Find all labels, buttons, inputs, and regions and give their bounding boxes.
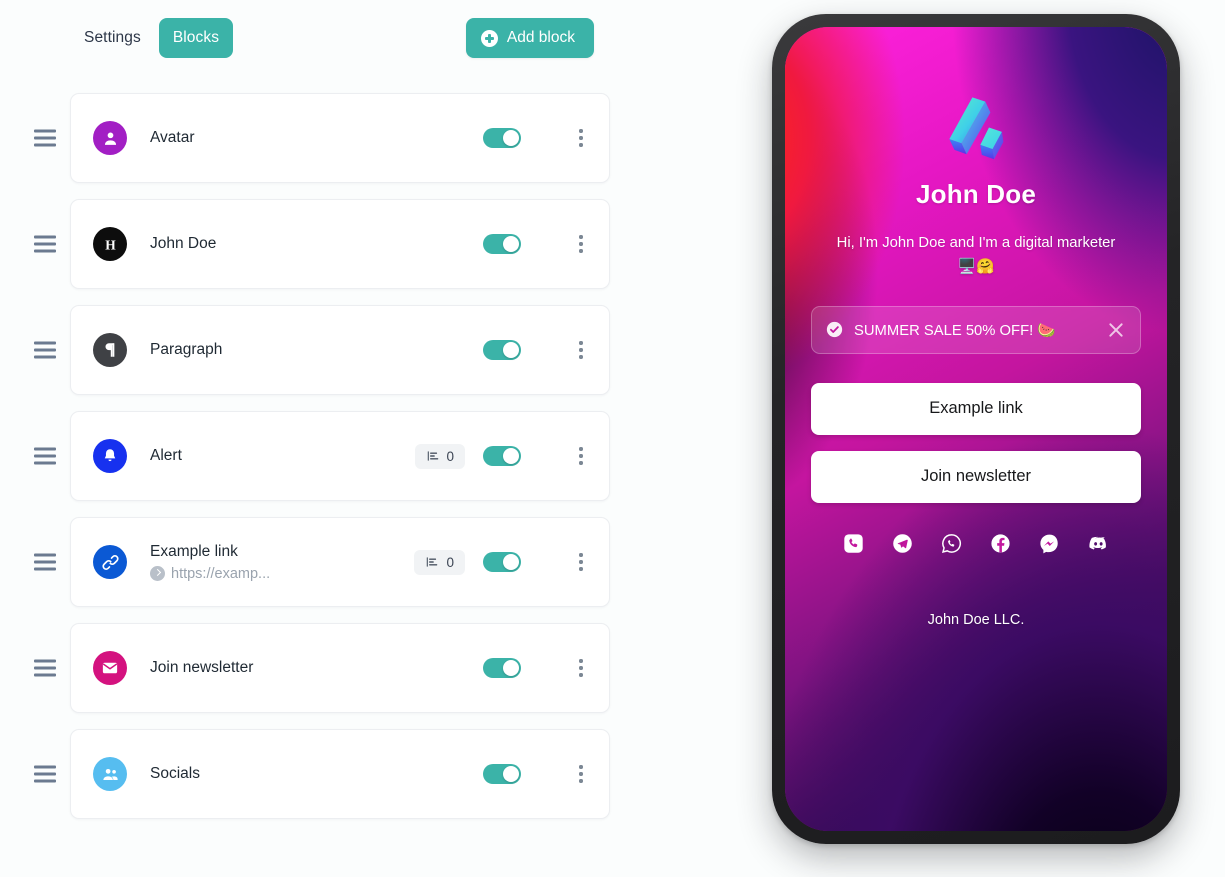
add-block-button[interactable]: Add block xyxy=(465,18,594,58)
svg-text:H: H xyxy=(105,237,116,252)
block-enabled-toggle[interactable] xyxy=(483,128,521,148)
block-texts: Example link https://examp... xyxy=(150,542,342,582)
social-links xyxy=(811,533,1141,554)
block-texts: Socials xyxy=(150,764,341,785)
stats-icon xyxy=(426,449,440,463)
block-title: Socials xyxy=(150,764,200,782)
block-title: Avatar xyxy=(150,128,195,146)
profile-bio: Hi, I'm John Doe and I'm a digital marke… xyxy=(836,235,1116,275)
more-options-icon[interactable] xyxy=(571,763,591,785)
phone-icon[interactable] xyxy=(843,533,864,554)
block-card[interactable]: Example link https://examp... 0 xyxy=(70,517,610,607)
check-circle-icon xyxy=(826,322,843,338)
drag-handle-icon[interactable] xyxy=(34,659,56,677)
block-enabled-toggle[interactable] xyxy=(483,764,521,784)
paragraph-icon xyxy=(93,333,127,367)
links-area: Example link Join newsletter xyxy=(811,382,1141,503)
block-subtitle-text: https://examp... xyxy=(171,565,271,582)
preview-content: John Doe Hi, I'm John Doe and I'm a digi… xyxy=(785,27,1167,831)
stats-badge[interactable]: 0 xyxy=(414,549,465,575)
stats-badge[interactable]: 0 xyxy=(414,443,466,469)
block-enabled-toggle[interactable] xyxy=(483,552,521,572)
block-row: Example link https://examp... 0 xyxy=(0,509,640,615)
block-card[interactable]: Alert 0 xyxy=(70,411,610,501)
block-card[interactable]: Avatar xyxy=(70,93,610,183)
brand-logo-icon xyxy=(949,97,1004,160)
phone-frame: John Doe Hi, I'm John Doe and I'm a digi… xyxy=(772,14,1180,844)
phone-preview: John Doe Hi, I'm John Doe and I'm a digi… xyxy=(772,14,1180,844)
alert-banner: SUMMER SALE 50% OFF! 🍉 xyxy=(811,305,1141,354)
close-icon[interactable] xyxy=(1106,320,1126,340)
block-texts: Avatar xyxy=(150,128,339,149)
block-enabled-toggle[interactable] xyxy=(483,658,522,678)
block-row: Avatar xyxy=(0,85,640,191)
block-enabled-toggle[interactable] xyxy=(483,234,522,254)
block-texts: Paragraph xyxy=(150,340,353,361)
drag-handle-icon[interactable] xyxy=(34,235,56,253)
block-title: Alert xyxy=(150,446,182,464)
block-enabled-toggle[interactable] xyxy=(483,446,522,466)
editor-toolbar: Settings Blocks Add block xyxy=(70,18,610,62)
telegram-icon[interactable] xyxy=(892,533,913,554)
block-row: Join newsletter xyxy=(0,615,640,721)
block-title: Example link xyxy=(150,543,238,561)
block-card[interactable]: Socials xyxy=(70,729,610,819)
block-card[interactable]: Join newsletter xyxy=(70,623,610,713)
heading-icon: H xyxy=(93,227,127,261)
more-options-icon[interactable] xyxy=(571,339,591,361)
preview-link-example[interactable]: Example link xyxy=(811,382,1141,435)
tab-settings[interactable]: Settings xyxy=(70,18,155,58)
stats-count: 0 xyxy=(446,448,455,464)
more-options-icon[interactable] xyxy=(571,445,591,467)
add-block-label: Add block xyxy=(506,29,575,46)
preview-footer: John Doe LLC. xyxy=(927,611,1025,628)
block-row: H John Doe xyxy=(0,191,640,297)
block-row: Alert 0 xyxy=(0,403,640,509)
block-list: Avatar H John Doe Paragraph Alert 0 Example li… xyxy=(0,85,640,827)
messenger-icon[interactable] xyxy=(1039,533,1060,554)
app-root: Settings Blocks Add block Avatar H John Do… xyxy=(0,0,1225,877)
bell-icon xyxy=(93,439,127,473)
phone-screen: John Doe Hi, I'm John Doe and I'm a digi… xyxy=(785,27,1167,831)
drag-handle-icon[interactable] xyxy=(34,447,56,465)
tab-bar: Settings Blocks xyxy=(70,18,234,58)
drag-handle-icon[interactable] xyxy=(34,553,56,571)
link-icon xyxy=(93,545,127,579)
stats-count: 0 xyxy=(446,554,454,570)
more-options-icon[interactable] xyxy=(571,233,591,255)
whatsapp-icon[interactable] xyxy=(941,533,962,554)
envelope-icon xyxy=(93,651,127,685)
drag-handle-icon[interactable] xyxy=(34,129,56,147)
block-title: John Doe xyxy=(150,234,217,252)
block-enabled-toggle[interactable] xyxy=(483,340,522,360)
block-title: Paragraph xyxy=(150,340,223,358)
stats-icon xyxy=(425,555,439,569)
drag-handle-icon[interactable] xyxy=(34,765,56,783)
block-texts: Alert xyxy=(150,446,298,467)
block-title: Join newsletter xyxy=(150,658,254,676)
block-card[interactable]: H John Doe xyxy=(70,199,610,289)
chevron-right-icon xyxy=(150,566,165,582)
preview-link-newsletter[interactable]: Join newsletter xyxy=(811,450,1141,503)
user-icon xyxy=(93,121,127,155)
more-options-icon[interactable] xyxy=(571,657,591,679)
block-row: Socials xyxy=(0,721,640,827)
block-subtitle: https://examp... xyxy=(150,566,325,582)
people-icon xyxy=(93,757,127,791)
profile-name: John Doe xyxy=(915,179,1037,209)
alert-text: SUMMER SALE 50% OFF! 🍉 xyxy=(854,322,1056,339)
block-row: Paragraph xyxy=(0,297,640,403)
discord-icon[interactable] xyxy=(1088,533,1109,554)
facebook-icon[interactable] xyxy=(990,533,1011,554)
tab-blocks[interactable]: Blocks xyxy=(158,18,234,58)
plus-icon xyxy=(480,29,498,47)
more-options-icon[interactable] xyxy=(571,551,591,573)
block-texts: John Doe xyxy=(150,234,350,255)
editor-pane: Settings Blocks Add block Avatar H John Do… xyxy=(0,0,700,877)
block-card[interactable]: Paragraph xyxy=(70,305,610,395)
drag-handle-icon[interactable] xyxy=(34,341,56,359)
block-texts: Join newsletter xyxy=(150,658,368,679)
more-options-icon[interactable] xyxy=(571,127,591,149)
